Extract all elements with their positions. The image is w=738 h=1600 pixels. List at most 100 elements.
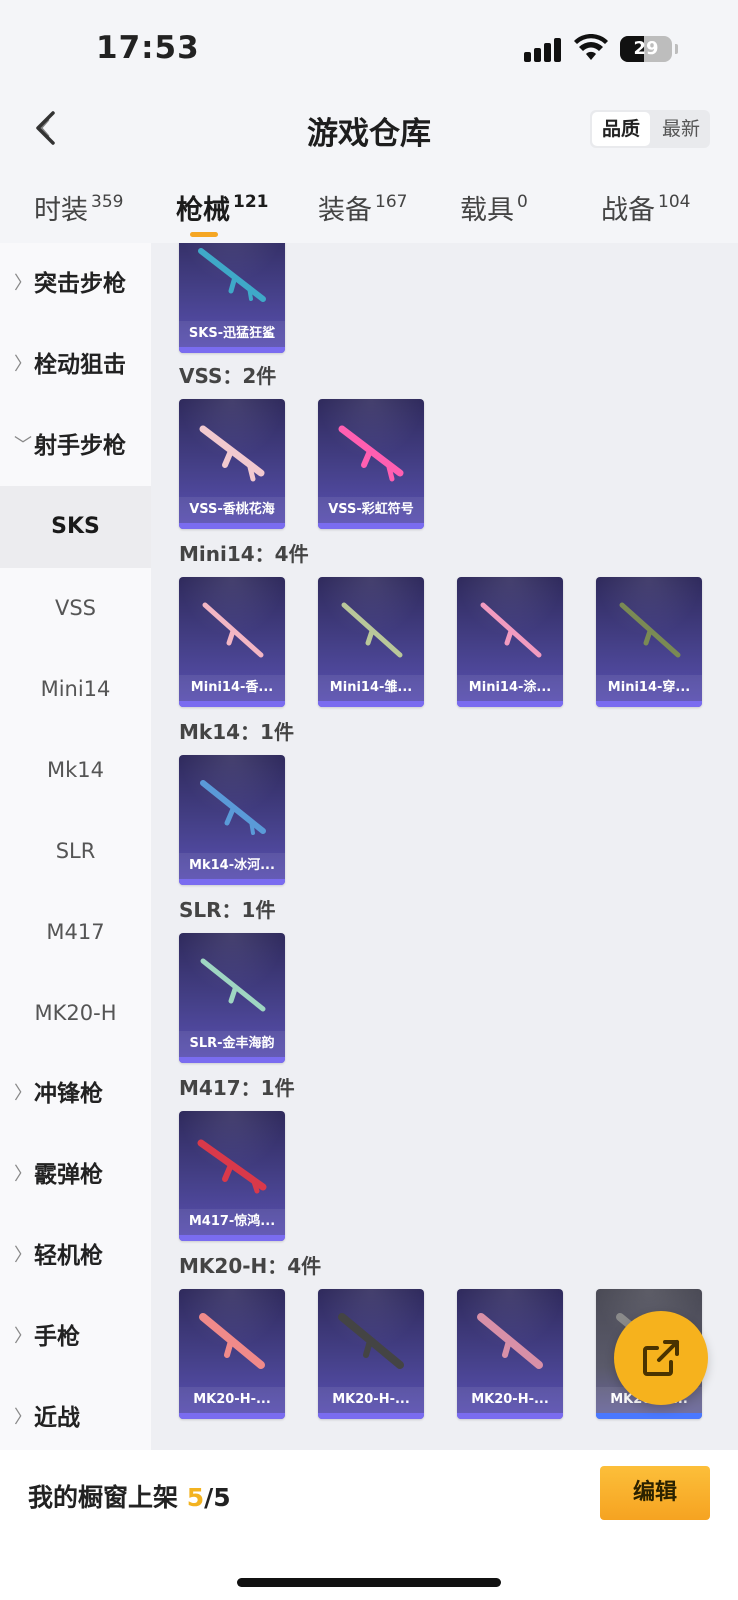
tab-label: 战备 — [601, 195, 655, 226]
sidebar-item-vss[interactable]: VSS — [0, 567, 151, 649]
rarity-bar — [179, 523, 285, 529]
tab-label: 载具 — [460, 195, 514, 226]
sidebar-item-label: 手枪 — [34, 1324, 80, 1350]
tab-label: 枪械 — [176, 195, 230, 226]
gun-skin-image — [338, 1313, 404, 1369]
status-time: 17:53 — [96, 30, 200, 66]
showcase-current: 5 — [186, 1483, 205, 1512]
chevron-right-icon: 〉 — [14, 273, 32, 294]
skin-name: MK20-H-... — [318, 1387, 424, 1413]
sidebar-item-label: 轻机枪 — [34, 1243, 103, 1269]
skin-name: Mk14-冰河... — [179, 853, 285, 879]
skin-card[interactable]: Mk14-冰河... — [179, 755, 285, 885]
sort-newest-button[interactable]: 最新 — [652, 110, 710, 148]
skin-card[interactable]: MK20-H-... — [318, 1289, 424, 1419]
sidebar-item-melee[interactable]: 〉近战 — [0, 1377, 151, 1459]
tab-count: 104 — [658, 192, 691, 212]
skin-name: Mini14-穿... — [596, 675, 702, 701]
section-title-mk14: Mk14：1件 — [179, 720, 294, 744]
skin-card[interactable]: Mini14-穿... — [596, 577, 702, 707]
sidebar-item-label: 突击步枪 — [34, 271, 126, 297]
tab-count: 121 — [233, 192, 269, 212]
sidebar-item-lmg[interactable]: 〉轻机枪 — [0, 1215, 151, 1297]
sidebar-item-mk20h[interactable]: MK20-H — [0, 972, 151, 1054]
gun-skin-image — [199, 1313, 265, 1369]
rarity-bar — [179, 1235, 285, 1241]
sort-toggle: 品质 最新 — [590, 110, 710, 148]
gun-skin-image — [200, 958, 266, 1012]
chevron-right-icon: 〉 — [14, 354, 32, 375]
gun-skin-image — [198, 248, 266, 302]
sidebar-item-label: 霰弹枪 — [34, 1162, 103, 1188]
showcase-total: /5 — [204, 1483, 231, 1512]
share-button[interactable] — [614, 1311, 708, 1405]
skin-card[interactable]: VSS-香桃花海 — [179, 399, 285, 529]
tab-vehicles[interactable]: 载具 0 — [460, 188, 528, 227]
rarity-bar — [318, 701, 424, 707]
gun-skin-image — [619, 602, 681, 658]
tab-firearms[interactable]: 枪械 121 — [176, 188, 269, 237]
gun-skin-image — [202, 602, 264, 658]
sidebar-item-mini14[interactable]: Mini14 — [0, 648, 151, 730]
skin-card[interactable]: VSS-彩虹符号 — [318, 399, 424, 529]
tab-equipment[interactable]: 装备 167 — [318, 188, 407, 227]
skin-name: VSS-彩虹符号 — [318, 497, 424, 523]
status-bar: 17:53 29 — [0, 0, 738, 96]
skin-name: VSS-香桃花海 — [179, 497, 285, 523]
skin-name: M417-惊鸿... — [179, 1209, 285, 1235]
skin-card[interactable]: Mini14-雏... — [318, 577, 424, 707]
share-icon — [643, 1340, 679, 1376]
chevron-right-icon: 〉 — [14, 1326, 32, 1347]
tab-count: 0 — [517, 192, 528, 212]
weapon-skin-list: SKS-迅猛狂鲨 VSS：2件 VSS-香桃花海 VSS-彩虹符号 Mini14… — [151, 243, 738, 1450]
sidebar-item-assault-rifles[interactable]: 〉突击步枪 — [0, 243, 151, 325]
battery-icon: 29 — [620, 36, 678, 62]
tab-fashion[interactable]: 时装 359 — [34, 188, 123, 227]
skin-card[interactable]: MK20-H-... — [457, 1289, 563, 1419]
sort-quality-button[interactable]: 品质 — [592, 112, 650, 146]
sidebar-item-slr[interactable]: SLR — [0, 810, 151, 892]
section-title-mk20h: MK20-H：4件 — [179, 1254, 322, 1278]
showcase-count: 我的橱窗上架 5/5 — [28, 1478, 231, 1514]
skin-card[interactable]: SLR-金丰海韵 — [179, 933, 285, 1063]
tab-count: 359 — [91, 192, 124, 212]
chevron-down-icon: ﹀ — [14, 435, 32, 456]
skin-card[interactable]: SKS-迅猛狂鲨 — [179, 243, 285, 353]
rarity-bar — [596, 701, 702, 707]
rarity-bar — [179, 879, 285, 885]
rarity-bar — [179, 1413, 285, 1419]
sidebar-item-marksman-rifles[interactable]: ﹀ 射手步枪 — [0, 405, 151, 487]
gun-skin-image — [480, 602, 542, 658]
tab-label: 时装 — [34, 195, 88, 226]
sidebar-item-label: 近战 — [34, 1405, 80, 1431]
gun-skin-image — [197, 1139, 267, 1194]
skin-name: Mini14-雏... — [318, 675, 424, 701]
home-indicator — [237, 1578, 501, 1587]
skin-card[interactable]: M417-惊鸿... — [179, 1111, 285, 1241]
gun-skin-image — [338, 425, 404, 482]
rarity-bar — [457, 1413, 563, 1419]
sidebar-item-mk14[interactable]: Mk14 — [0, 729, 151, 811]
tab-combat-supplies[interactable]: 战备 104 — [601, 188, 690, 227]
sidebar-item-m417[interactable]: M417 — [0, 891, 151, 973]
rarity-bar — [457, 701, 563, 707]
skin-card[interactable]: MK20-H-... — [179, 1289, 285, 1419]
skin-name: Mini14-涂... — [457, 675, 563, 701]
skin-card[interactable]: Mini14-香... — [179, 577, 285, 707]
sidebar-item-sks[interactable]: SKS — [0, 486, 151, 568]
section-title-mini14: Mini14：4件 — [179, 542, 309, 566]
sidebar-item-bolt-action[interactable]: 〉栓动狙击 — [0, 324, 151, 406]
sidebar-item-smg[interactable]: 〉冲锋枪 — [0, 1053, 151, 1135]
sidebar-item-shotguns[interactable]: 〉霰弹枪 — [0, 1134, 151, 1216]
rarity-bar — [179, 347, 285, 353]
chevron-right-icon: 〉 — [14, 1164, 32, 1185]
chevron-right-icon: 〉 — [14, 1407, 32, 1428]
skin-name: SKS-迅猛狂鲨 — [179, 321, 285, 347]
rarity-bar — [596, 1413, 702, 1419]
category-tabs: 时装 359 枪械 121 装备 167 载具 0 战备 104 — [0, 176, 738, 237]
active-tab-indicator — [190, 232, 218, 237]
sidebar-item-pistols[interactable]: 〉手枪 — [0, 1296, 151, 1378]
edit-button[interactable]: 编辑 — [600, 1466, 710, 1520]
skin-name: Mini14-香... — [179, 675, 285, 701]
skin-card[interactable]: Mini14-涂... — [457, 577, 563, 707]
